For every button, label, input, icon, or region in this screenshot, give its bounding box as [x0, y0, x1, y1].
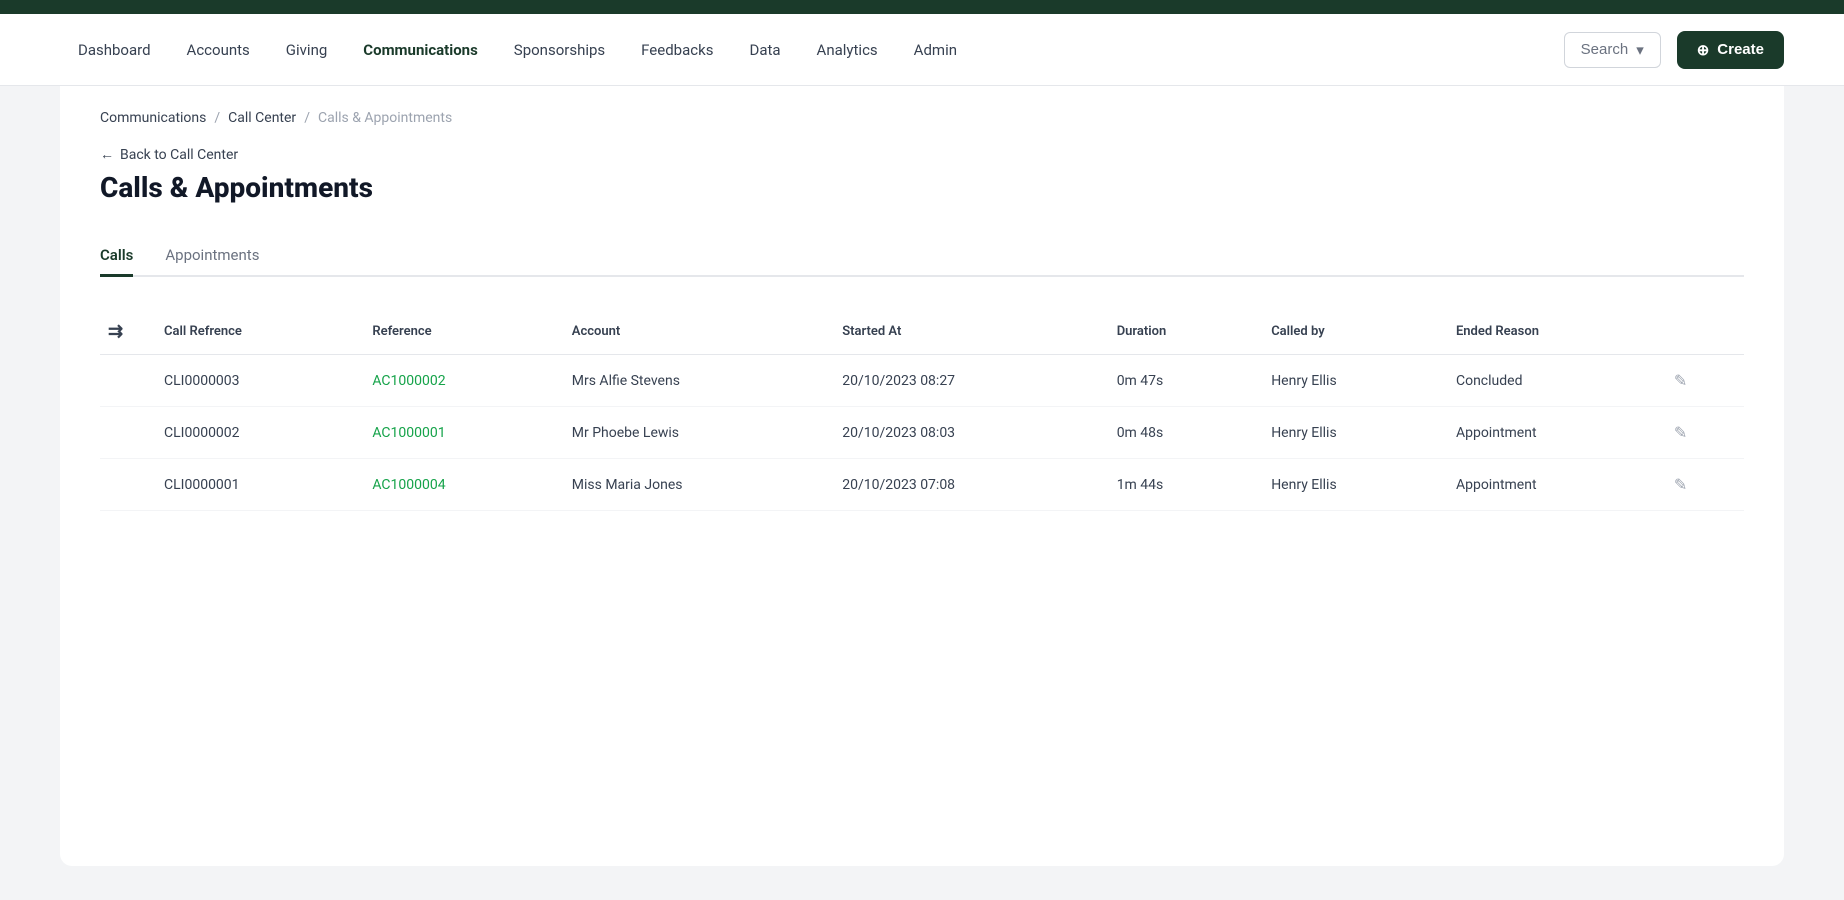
row-sort-cell [100, 407, 148, 459]
row-sort-cell [100, 459, 148, 511]
create-label: Create [1717, 41, 1764, 58]
arrow-left-icon: ← [100, 146, 114, 163]
col-call-ref: Call Refrence [148, 309, 356, 355]
table-wrapper: ⇉ Call Refrence Reference Account Starte… [100, 309, 1744, 511]
breadcrumb-sep-1: / [214, 110, 220, 126]
row-sort-cell [100, 355, 148, 407]
row-call-ref: CLI0000001 [148, 459, 356, 511]
tabs: Calls Appointments [100, 236, 1744, 277]
row-reference[interactable]: AC1000004 [356, 459, 555, 511]
plus-icon: ⊕ [1697, 41, 1710, 59]
row-account: Miss Maria Jones [556, 459, 826, 511]
nav-item-data[interactable]: Data [731, 33, 798, 67]
col-started-at: Started At [826, 309, 1100, 355]
row-call-ref: CLI0000003 [148, 355, 356, 407]
breadcrumb-communications[interactable]: Communications [100, 110, 206, 126]
nav-item-accounts[interactable]: Accounts [169, 33, 268, 67]
row-duration: 1m 44s [1101, 459, 1256, 511]
row-duration: 0m 47s [1101, 355, 1256, 407]
back-link-label: Back to Call Center [120, 147, 238, 163]
tab-appointments[interactable]: Appointments [165, 236, 259, 277]
row-edit[interactable]: ✎ [1658, 355, 1744, 407]
edit-icon[interactable]: ✎ [1674, 423, 1687, 442]
row-reference[interactable]: AC1000002 [356, 355, 555, 407]
col-ended-reason: Ended Reason [1440, 309, 1658, 355]
tab-calls[interactable]: Calls [100, 236, 133, 277]
row-called-by: Henry Ellis [1255, 459, 1440, 511]
col-account: Account [556, 309, 826, 355]
row-edit[interactable]: ✎ [1658, 459, 1744, 511]
create-button[interactable]: ⊕ Create [1677, 31, 1784, 69]
row-ended-reason: Appointment [1440, 459, 1658, 511]
edit-icon[interactable]: ✎ [1674, 371, 1687, 390]
search-label: Search [1581, 41, 1629, 58]
page-title: Calls & Appointments [100, 171, 1744, 204]
sort-icon-header: ⇉ [100, 309, 148, 355]
col-actions [1658, 309, 1744, 355]
row-duration: 0m 48s [1101, 407, 1256, 459]
row-account: Mrs Alfie Stevens [556, 355, 826, 407]
col-duration: Duration [1101, 309, 1256, 355]
row-account: Mr Phoebe Lewis [556, 407, 826, 459]
sort-icon: ⇉ [108, 321, 123, 342]
nav-item-dashboard[interactable]: Dashboard [60, 33, 169, 67]
breadcrumb-sep-2: / [304, 110, 310, 126]
breadcrumb-call-center[interactable]: Call Center [228, 110, 296, 126]
col-called-by: Called by [1255, 309, 1440, 355]
row-ended-reason: Appointment [1440, 407, 1658, 459]
breadcrumb-current: Calls & Appointments [318, 110, 452, 126]
nav-item-communications[interactable]: Communications [345, 33, 496, 67]
nav-item-giving[interactable]: Giving [268, 33, 345, 67]
breadcrumb: Communications / Call Center / Calls & A… [100, 110, 1744, 126]
navbar: Dashboard Accounts Giving Communications… [0, 14, 1844, 86]
row-called-by: Henry Ellis [1255, 355, 1440, 407]
table-row: CLI0000001 AC1000004 Miss Maria Jones 20… [100, 459, 1744, 511]
table-row: CLI0000003 AC1000002 Mrs Alfie Stevens 2… [100, 355, 1744, 407]
edit-icon[interactable]: ✎ [1674, 475, 1687, 494]
search-button[interactable]: Search ▾ [1564, 32, 1661, 68]
back-link[interactable]: ← Back to Call Center [100, 146, 1744, 163]
nav-item-sponsorships[interactable]: Sponsorships [496, 33, 623, 67]
row-called-by: Henry Ellis [1255, 407, 1440, 459]
nav-item-feedbacks[interactable]: Feedbacks [623, 33, 731, 67]
row-started-at: 20/10/2023 07:08 [826, 459, 1100, 511]
chevron-down-icon: ▾ [1636, 41, 1644, 59]
col-reference: Reference [356, 309, 555, 355]
row-call-ref: CLI0000002 [148, 407, 356, 459]
row-reference[interactable]: AC1000001 [356, 407, 555, 459]
row-edit[interactable]: ✎ [1658, 407, 1744, 459]
table-row: CLI0000002 AC1000001 Mr Phoebe Lewis 20/… [100, 407, 1744, 459]
row-started-at: 20/10/2023 08:03 [826, 407, 1100, 459]
row-ended-reason: Concluded [1440, 355, 1658, 407]
topbar [0, 0, 1844, 14]
row-started-at: 20/10/2023 08:27 [826, 355, 1100, 407]
nav-item-analytics[interactable]: Analytics [799, 33, 896, 67]
nav-item-admin[interactable]: Admin [896, 33, 975, 67]
